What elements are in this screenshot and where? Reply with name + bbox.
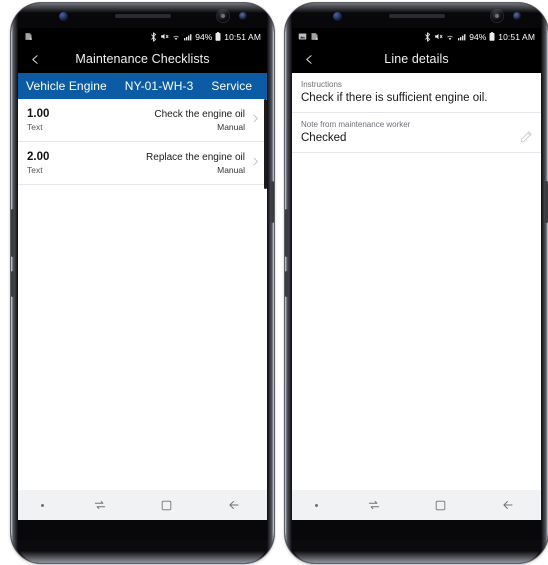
context-vehicle-label: NY-01-WH-3 — [124, 79, 194, 93]
status-bar-notifications — [24, 32, 33, 41]
assistant-button[interactable] — [11, 271, 14, 297]
checklist-line-list: 1.00 Check the engine oil Text Manual 2.… — [18, 99, 267, 490]
volume-button[interactable] — [11, 209, 14, 257]
line-details-form: Instructions Check if there is sufficien… — [292, 73, 541, 490]
context-asset-label: Vehicle Engine — [26, 79, 107, 93]
instructions-value: Check if there is sufficient engine oil. — [301, 92, 488, 104]
earpiece-speaker — [114, 14, 171, 18]
line-meta: Manual — [217, 165, 245, 175]
phone-top-bezel — [11, 3, 274, 28]
wifi-icon — [171, 33, 181, 41]
volume-button[interactable] — [285, 209, 288, 257]
back-arrow-icon[interactable] — [497, 494, 519, 516]
front-camera-icon — [491, 10, 503, 22]
recents-icon[interactable] — [363, 494, 385, 516]
status-bar: 94% 10:51 AM — [292, 28, 541, 45]
checklist-context-header: Vehicle Engine NY-01-WH-3 Service — [18, 73, 267, 99]
signal-icon — [457, 33, 467, 41]
bluetooth-icon — [150, 31, 157, 42]
phone-rim-bottom — [291, 541, 542, 563]
vertical-scrollbar[interactable] — [264, 99, 267, 189]
screenshot-stage: 94% 10:51 AM Maintenance Checklists Vehi… — [0, 0, 548, 565]
battery-icon — [215, 32, 221, 41]
android-navigation-bar — [292, 490, 541, 520]
instructions-field: Instructions Check if there is sufficien… — [292, 73, 541, 113]
table-row[interactable]: 2.00 Replace the engine oil Text Manual — [18, 142, 267, 185]
page-title: Maintenance Checklists — [75, 52, 210, 66]
power-button[interactable] — [271, 181, 274, 223]
context-type-label: Service — [211, 79, 253, 93]
nav-dot-icon[interactable] — [314, 503, 318, 507]
chevron-right-icon[interactable] — [250, 154, 261, 172]
phone-device-checklists: 94% 10:51 AM Maintenance Checklists Vehi… — [11, 3, 274, 563]
table-row[interactable]: 1.00 Check the engine oil Text Manual — [18, 99, 267, 142]
page-title: Line details — [384, 52, 449, 66]
line-title: Check the engine oil — [154, 109, 245, 120]
app-title-bar: Maintenance Checklists — [18, 45, 267, 73]
nav-dot-icon[interactable] — [40, 503, 44, 507]
iris-scanner-icon — [513, 12, 521, 20]
wifi-icon — [445, 33, 455, 41]
chevron-right-icon[interactable] — [250, 111, 261, 129]
status-bar: 94% 10:51 AM — [18, 28, 267, 45]
screenshot-icon — [310, 32, 319, 41]
line-subtype: Text — [27, 122, 43, 132]
status-bar-indicators: 94% 10:51 AM — [150, 32, 261, 42]
battery-icon — [489, 32, 495, 41]
phone-bottom-bezel — [285, 520, 548, 540]
worker-note-value: Checked — [301, 132, 347, 144]
line-subtype: Text — [27, 165, 43, 175]
phone-device-line-details: 94% 10:51 AM Line details Instructions C… — [285, 3, 548, 563]
app-title-bar: Line details — [292, 45, 541, 73]
phone-bottom-bezel — [11, 520, 274, 540]
mute-icon — [434, 32, 443, 41]
line-number: 2.00 — [27, 151, 50, 163]
home-square-icon[interactable] — [156, 494, 178, 516]
back-arrow-icon[interactable] — [223, 494, 245, 516]
status-bar-notifications — [298, 32, 319, 41]
assistant-button[interactable] — [285, 271, 288, 297]
bluetooth-icon — [424, 31, 431, 42]
recents-icon[interactable] — [89, 494, 111, 516]
battery-percent-label: 94% — [195, 31, 213, 42]
phone-screen-checklists: 94% 10:51 AM Maintenance Checklists Vehi… — [18, 28, 267, 520]
phone-rim-bottom — [17, 541, 268, 563]
screenshot-icon — [24, 32, 33, 41]
back-chevron-icon[interactable] — [26, 50, 44, 68]
home-square-icon[interactable] — [430, 494, 452, 516]
back-chevron-icon[interactable] — [300, 50, 318, 68]
proximity-sensor-icon — [59, 12, 68, 21]
status-bar-indicators: 94% 10:51 AM — [424, 32, 535, 42]
phone-screen-line-details: 94% 10:51 AM Line details Instructions C… — [292, 28, 541, 520]
signal-icon — [183, 33, 193, 41]
android-navigation-bar — [18, 490, 267, 520]
battery-percent-label: 94% — [469, 31, 487, 42]
proximity-sensor-icon — [333, 12, 342, 21]
status-bar-clock: 10:51 AM — [224, 31, 261, 42]
phone-top-bezel — [285, 3, 548, 28]
status-bar-clock: 10:51 AM — [498, 31, 535, 42]
image-icon — [298, 32, 307, 41]
worker-note-label: Note from maintenance worker — [301, 120, 411, 129]
edit-pencil-icon[interactable] — [519, 130, 533, 144]
iris-scanner-icon — [239, 12, 247, 20]
front-camera-icon — [217, 10, 229, 22]
mute-icon — [160, 32, 169, 41]
instructions-label: Instructions — [301, 80, 342, 89]
line-meta: Manual — [217, 122, 245, 132]
earpiece-speaker — [388, 14, 445, 18]
line-title: Replace the engine oil — [146, 152, 245, 163]
line-number: 1.00 — [27, 108, 50, 120]
worker-note-field[interactable]: Note from maintenance worker Checked — [292, 113, 541, 153]
